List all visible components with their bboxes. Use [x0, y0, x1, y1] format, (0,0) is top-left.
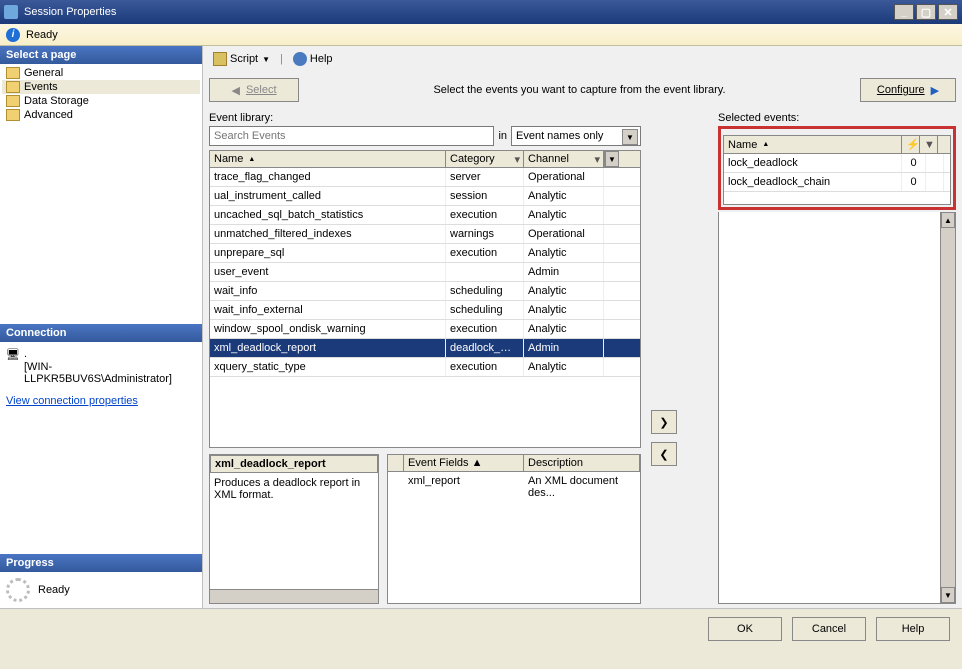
scope-in-label: in — [498, 130, 507, 142]
page-nav: General Events Data Storage Advanced — [0, 64, 202, 124]
nav-events[interactable]: Events — [2, 80, 200, 94]
page-icon — [6, 67, 20, 79]
description-text: Produces a deadlock report in XML format… — [214, 477, 374, 501]
nav-data-storage[interactable]: Data Storage — [2, 94, 200, 108]
search-events-input[interactable] — [209, 126, 494, 146]
view-connection-link[interactable]: View connection properties — [6, 395, 138, 407]
script-label: Script — [230, 53, 258, 65]
col-category[interactable]: Category▾ — [446, 151, 524, 167]
connection-box: 🖥. [WIN-LLPKR5BUV6S\Administrator] View … — [0, 342, 202, 554]
app-icon — [4, 5, 18, 19]
lightning-icon: ⚡ — [906, 138, 920, 151]
progress-text: Ready — [38, 584, 70, 596]
field-row[interactable]: xml_report An XML document des... — [388, 472, 640, 502]
connection-string: [WIN-LLPKR5BUV6S\Administrator] — [24, 361, 196, 385]
progress-box: Ready — [0, 572, 202, 608]
titlebar: Session Properties _ ▢ ✕ — [0, 0, 962, 24]
cancel-button[interactable]: Cancel — [792, 617, 866, 641]
remove-event-button[interactable]: ❮ — [651, 442, 677, 466]
library-row[interactable]: wait_info_externalschedulingAnalytic — [210, 301, 640, 320]
ready-text: Ready — [26, 29, 58, 41]
sel-col-lightning[interactable]: ⚡ — [902, 136, 920, 153]
help-label: Help — [310, 53, 333, 65]
script-icon — [213, 52, 227, 66]
library-grid-header: Name Category▾ Channel▾ — [210, 151, 640, 168]
configure-button[interactable]: Configure▶ — [860, 78, 956, 102]
dialog-buttons: OK Cancel Help — [0, 608, 962, 648]
help-dialog-button[interactable]: Help — [876, 617, 950, 641]
connection-header: Connection — [0, 324, 202, 342]
library-row[interactable]: user_eventAdmin — [210, 263, 640, 282]
field-name: xml_report — [408, 475, 528, 499]
col-event-fields[interactable]: Event Fields ▲ — [404, 455, 524, 471]
selected-scrollbar[interactable] — [940, 212, 955, 603]
page-icon — [6, 109, 20, 121]
ok-button[interactable]: OK — [708, 617, 782, 641]
nav-advanced[interactable]: Advanced — [2, 108, 200, 122]
page-icon — [6, 95, 20, 107]
library-row[interactable]: trace_flag_changedserverOperational — [210, 168, 640, 187]
library-row[interactable]: unprepare_sqlexecutionAnalytic — [210, 244, 640, 263]
field-desc: An XML document des... — [528, 475, 636, 499]
ready-bar: i Ready — [0, 24, 962, 46]
description-scrollbar[interactable] — [210, 589, 378, 603]
window-title: Session Properties — [24, 6, 116, 18]
sel-col-name[interactable]: Name — [724, 136, 902, 153]
back-arrow-icon: ◀ — [231, 84, 239, 97]
add-event-button[interactable]: ❯ — [651, 410, 677, 434]
server-icon: 🖥 — [6, 348, 20, 361]
event-fields-box: Event Fields ▲ Description xml_report An… — [387, 454, 641, 604]
selected-row[interactable]: lock_deadlock0 — [724, 154, 950, 173]
toolbar: Script ▼ | Help — [209, 50, 956, 68]
library-row[interactable]: ual_instrument_calledsessionAnalytic — [210, 187, 640, 206]
spinner-icon — [6, 578, 30, 602]
col-description[interactable]: Description — [524, 455, 640, 471]
nav-label: Advanced — [24, 109, 73, 121]
library-row[interactable]: wait_infoschedulingAnalytic — [210, 282, 640, 301]
library-row[interactable]: xml_deadlock_reportdeadlock_mo...Admin — [210, 339, 640, 358]
library-grid-body: trace_flag_changedserverOperationalual_i… — [210, 168, 640, 447]
help-icon — [293, 52, 307, 66]
progress-header: Progress — [0, 554, 202, 572]
selected-row[interactable]: lock_deadlock_chain0 — [724, 173, 950, 192]
field-check-col — [388, 455, 404, 471]
library-row[interactable]: uncached_sql_batch_statisticsexecutionAn… — [210, 206, 640, 225]
close-button[interactable]: ✕ — [938, 4, 958, 20]
back-select-button[interactable]: ◀Select — [209, 78, 299, 102]
maximize-button[interactable]: ▢ — [916, 4, 936, 20]
library-scrollbar[interactable] — [604, 151, 619, 167]
selected-grid-header: Name ⚡ ▼ — [724, 136, 950, 154]
selected-grid-body: lock_deadlock0lock_deadlock_chain0 — [724, 154, 950, 192]
event-library-label: Event library: — [209, 112, 641, 124]
minimize-button[interactable]: _ — [894, 4, 914, 20]
scope-combo[interactable]: Event names only — [511, 126, 641, 146]
script-button[interactable]: Script ▼ — [209, 50, 274, 68]
funnel-icon: ▼ — [924, 139, 935, 151]
library-row[interactable]: xquery_static_typeexecutionAnalytic — [210, 358, 640, 377]
forward-arrow-icon: ▶ — [931, 84, 939, 97]
page-icon — [6, 81, 20, 93]
col-name[interactable]: Name — [210, 151, 446, 167]
info-icon: i — [6, 28, 20, 42]
col-channel[interactable]: Channel▾ — [524, 151, 604, 167]
event-description-box: xml_deadlock_report Produces a deadlock … — [209, 454, 379, 604]
help-button[interactable]: Help — [289, 50, 337, 68]
description-title: xml_deadlock_report — [215, 458, 326, 470]
selected-events-label: Selected events: — [718, 112, 956, 124]
library-row[interactable]: unmatched_filtered_indexeswarningsOperat… — [210, 225, 640, 244]
nav-label: General — [24, 67, 63, 79]
library-row[interactable]: window_spool_ondisk_warningexecutionAnal… — [210, 320, 640, 339]
wizard-caption: Select the events you want to capture fr… — [299, 84, 860, 96]
nav-label: Data Storage — [24, 95, 89, 107]
nav-label: Events — [24, 81, 58, 93]
sel-col-filter[interactable]: ▼ — [920, 136, 938, 153]
nav-general[interactable]: General — [2, 66, 200, 80]
select-page-header: Select a page — [0, 46, 202, 64]
